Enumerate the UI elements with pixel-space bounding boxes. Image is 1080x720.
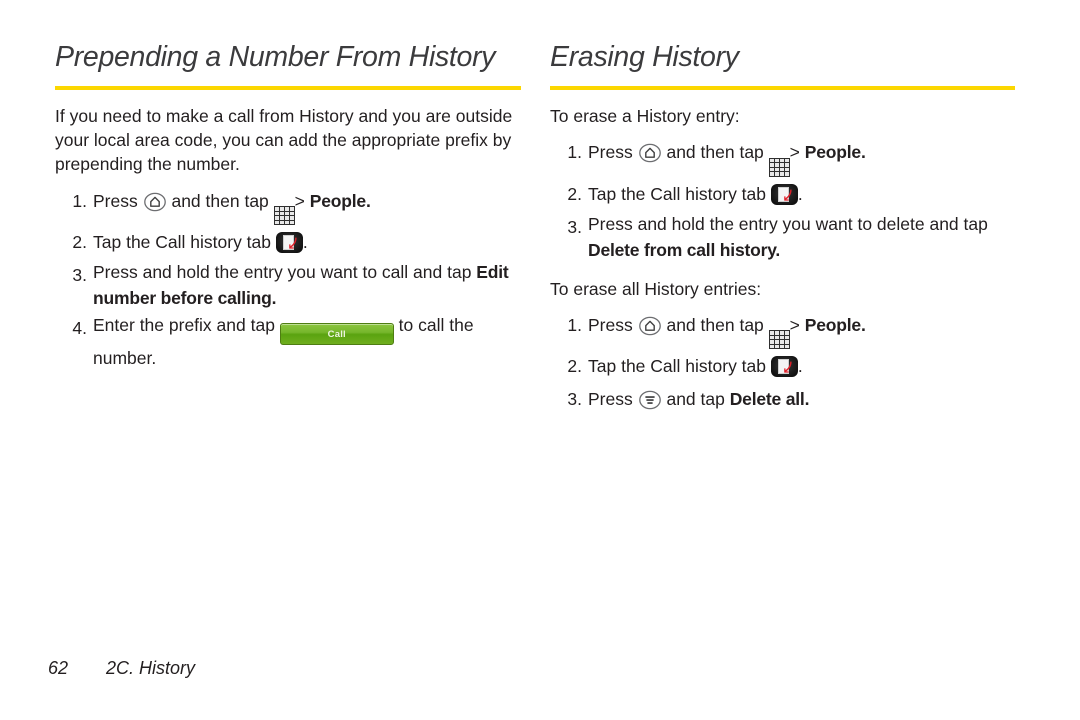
step-bold-target: Delete all.	[729, 389, 810, 410]
right-page-title: Erasing History	[550, 41, 739, 73]
list-item: 1. Press and then tap > People.	[550, 136, 1015, 177]
step-text: .	[797, 183, 803, 204]
apps-grid-icon	[273, 206, 295, 226]
step-text: Press	[588, 314, 638, 335]
step-number: 3.	[72, 265, 87, 286]
step-text: .	[797, 356, 803, 377]
step-text: Press and hold the entry you want to del…	[588, 213, 988, 234]
step-text: Press	[588, 142, 638, 163]
left-page-title: Prepending a Number From History	[55, 41, 496, 73]
list-item: 4. Enter the prefix and tap Call to call …	[55, 312, 521, 371]
step-separator: >	[789, 142, 800, 163]
list-item: 2. Tap the Call history tab .	[550, 350, 1015, 382]
step-bold-target: Delete from call history.	[588, 239, 781, 260]
list-item: 3. Press and hold the entry you want to c…	[55, 259, 521, 311]
left-intro-paragraph: If you need to make a call from History …	[55, 106, 513, 175]
step-text: and then tap	[661, 142, 769, 163]
step-bold-target: People.	[804, 142, 866, 163]
list-item: 2. Tap the Call history tab .	[55, 226, 521, 258]
home-key-icon	[638, 143, 662, 163]
step-text: Enter the prefix and tap	[93, 315, 280, 336]
erase-one-steps-list: 1. Press and then tap > People. 2. Tap the…	[550, 136, 1015, 263]
list-item: 1. Press and then tap > People.	[55, 185, 521, 226]
step-separator: >	[789, 314, 800, 335]
left-title-rule	[55, 86, 521, 90]
erase-one-lead: To erase a History entry:	[550, 106, 740, 126]
step-bold-target: People.	[309, 190, 371, 211]
step-text: Tap the Call history tab	[588, 356, 771, 377]
step-text: Tap the Call history tab	[93, 232, 276, 253]
call-button[interactable]: Call	[279, 323, 394, 346]
erase-all-lead: To erase all History entries:	[550, 278, 762, 299]
left-column: Prepending a Number From History If you …	[55, 40, 521, 372]
step-text: and then tap	[166, 190, 274, 211]
step-bold-target: People.	[804, 314, 866, 335]
home-key-icon	[143, 192, 167, 212]
erase-all-steps-list: 1. Press and then tap > People. 2. Tap the…	[550, 309, 1015, 416]
step-number: 4.	[72, 318, 87, 339]
page-footer: 62 2C. History	[48, 658, 195, 679]
step-text: and tap	[661, 389, 730, 410]
chapter-label: 2C. History	[106, 658, 196, 678]
call-history-tab-icon	[770, 356, 798, 378]
call-history-tab-icon	[275, 232, 303, 254]
list-item: 3. Press and tap Delete all.	[550, 383, 1015, 415]
step-text: .	[302, 232, 308, 253]
manual-page: Prepending a Number From History If you …	[0, 0, 1080, 720]
step-separator: >	[294, 190, 305, 211]
apps-grid-icon	[768, 157, 790, 177]
step-number: 3.	[567, 216, 582, 237]
list-item: 1. Press and then tap > People.	[550, 309, 1015, 350]
right-column: Erasing History To erase a History entry…	[550, 40, 1015, 416]
list-item: 3. Press and hold the entry you want to d…	[550, 211, 1015, 263]
step-number: 3.	[567, 389, 582, 410]
step-number: 2.	[567, 183, 582, 204]
step-number: 1.	[72, 190, 87, 211]
step-text: Press	[93, 190, 143, 211]
right-title-rule	[550, 86, 1015, 90]
call-history-tab-icon	[770, 183, 798, 205]
left-steps-list: 1. Press and then tap > People. 2. Tap the…	[55, 185, 521, 372]
step-number: 1.	[567, 142, 582, 163]
step-number: 2.	[567, 356, 582, 377]
home-key-icon	[638, 316, 662, 336]
step-number: 2.	[72, 232, 87, 253]
step-text: and then tap	[661, 314, 769, 335]
step-text: Press	[588, 389, 638, 410]
page-number: 62	[48, 658, 69, 678]
apps-grid-icon	[768, 330, 790, 350]
step-text: Tap the Call history tab	[588, 183, 771, 204]
list-item: 2. Tap the Call history tab .	[550, 178, 1015, 210]
step-text: Press and hold the entry you want to cal…	[93, 262, 477, 283]
step-number: 1.	[567, 314, 582, 335]
menu-key-icon	[638, 390, 662, 410]
